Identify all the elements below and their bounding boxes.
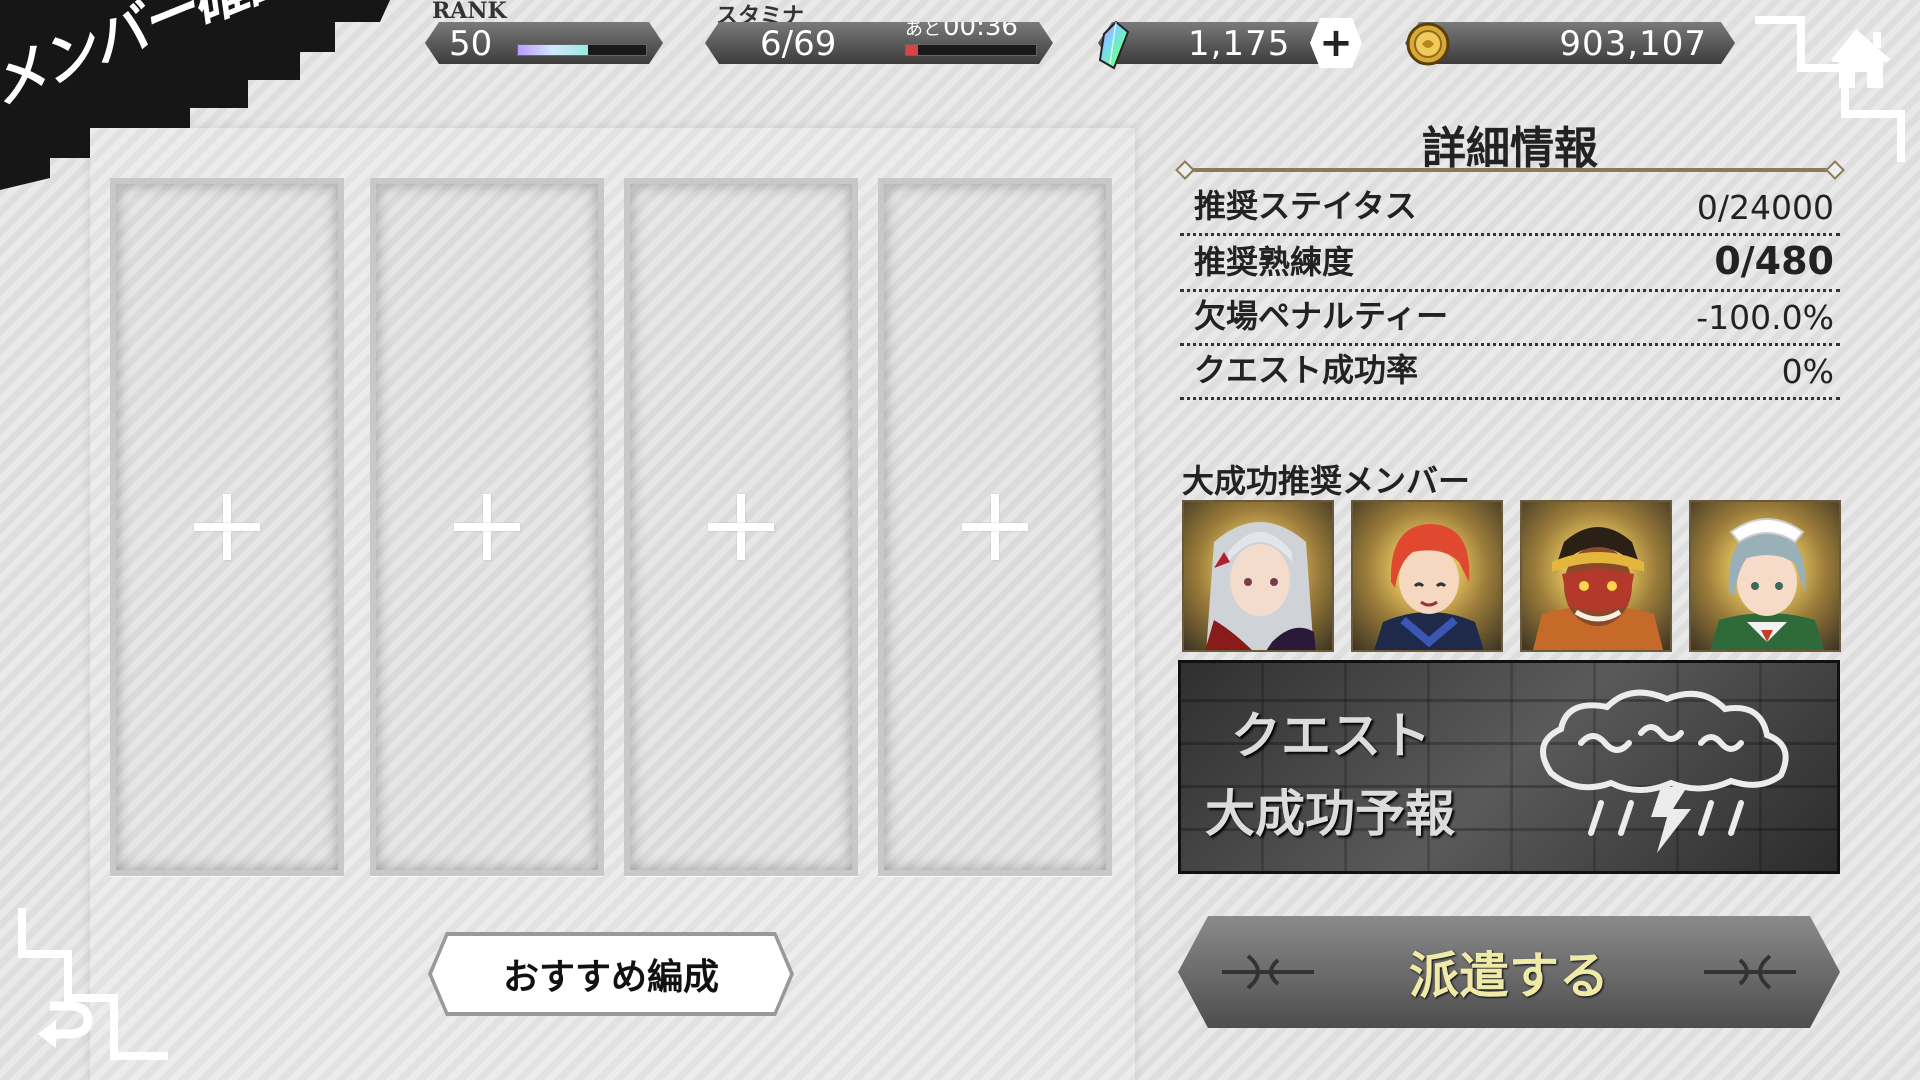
quest-success-forecast: クエスト 大成功予報 <box>1178 660 1840 874</box>
stat-row: クエスト成功率 0% <box>1180 346 1840 400</box>
forecast-line-2: 大成功予報 <box>1205 785 1455 843</box>
character-portrait-icon <box>1374 524 1484 650</box>
rank-label: RANK <box>432 0 507 24</box>
party-slot-4[interactable] <box>878 178 1112 876</box>
coin-value: 903,107 <box>1559 24 1707 64</box>
stat-label: クエスト成功率 <box>1194 351 1419 389</box>
gem-value: 1,175 <box>1188 24 1291 64</box>
stat-row: 欠場ペナルティー -100.0% <box>1180 292 1840 346</box>
ornament-left-icon <box>1218 946 1318 998</box>
dispatch-label: 派遣する <box>1409 947 1609 1005</box>
stat-row: 推奨ステイタス 0/24000 <box>1180 182 1840 236</box>
add-member-icon <box>708 494 774 560</box>
stamina-display: 6/69 あと00:36 <box>705 22 1053 64</box>
coin-icon <box>1406 22 1450 66</box>
title-divider <box>1184 168 1836 172</box>
recommend-formation-button[interactable]: おすすめ編成 <box>432 936 790 1012</box>
stamina-timer: あと00:36 <box>905 12 1018 42</box>
stat-label: 欠場ペナルティー <box>1194 297 1449 335</box>
stat-value: 0/24000 <box>1696 188 1834 227</box>
rank-value: 50 <box>449 24 493 64</box>
stamina-value: 6/69 <box>760 24 837 64</box>
stat-value: -100.0% <box>1696 298 1834 337</box>
rank-display: 50 <box>425 22 663 64</box>
party-slot-1[interactable] <box>110 178 344 876</box>
stamina-progress-bar <box>905 44 1037 56</box>
stat-label: 推奨ステイタス <box>1194 187 1417 225</box>
character-portrait-icon <box>1533 527 1663 650</box>
stat-value: 0% <box>1781 352 1834 391</box>
rank-progress-bar <box>517 44 647 56</box>
back-arrow-icon <box>38 1001 93 1048</box>
recommended-member-portrait[interactable] <box>1182 500 1334 652</box>
recommended-members-label: 大成功推奨メンバー <box>1182 462 1471 500</box>
back-button[interactable] <box>16 908 176 1060</box>
gem-icon <box>1098 20 1130 70</box>
recommended-member-portrait[interactable] <box>1689 500 1841 652</box>
stamina-progress-fill <box>906 45 918 55</box>
coin-display: 903,107 <box>1405 22 1735 64</box>
storm-cloud-icon <box>1540 689 1789 853</box>
stat-value: 0/480 <box>1714 239 1834 283</box>
stat-row: 推奨熟練度 0/480 <box>1180 238 1840 292</box>
forecast-line-1: クエスト <box>1231 707 1431 765</box>
add-member-icon <box>454 494 520 560</box>
recommended-member-portrait[interactable] <box>1351 500 1503 652</box>
party-slot-2[interactable] <box>370 178 604 876</box>
add-member-icon <box>962 494 1028 560</box>
add-gems-button[interactable]: + <box>1310 18 1362 68</box>
home-icon <box>1831 28 1891 88</box>
stat-label: 推奨熟練度 <box>1194 243 1355 281</box>
ornament-right-icon <box>1700 946 1800 998</box>
details-title: 詳細情報 <box>1422 123 1598 174</box>
character-portrait-icon <box>1710 518 1824 650</box>
add-member-icon <box>194 494 260 560</box>
character-portrait-icon <box>1205 522 1316 650</box>
rank-progress-fill <box>518 45 588 55</box>
dispatch-button[interactable]: 派遣する <box>1178 916 1840 1028</box>
forecast-text: クエスト 大成功予報 <box>1205 697 1455 853</box>
party-slot-3[interactable] <box>624 178 858 876</box>
recommended-member-portrait[interactable] <box>1520 500 1672 652</box>
